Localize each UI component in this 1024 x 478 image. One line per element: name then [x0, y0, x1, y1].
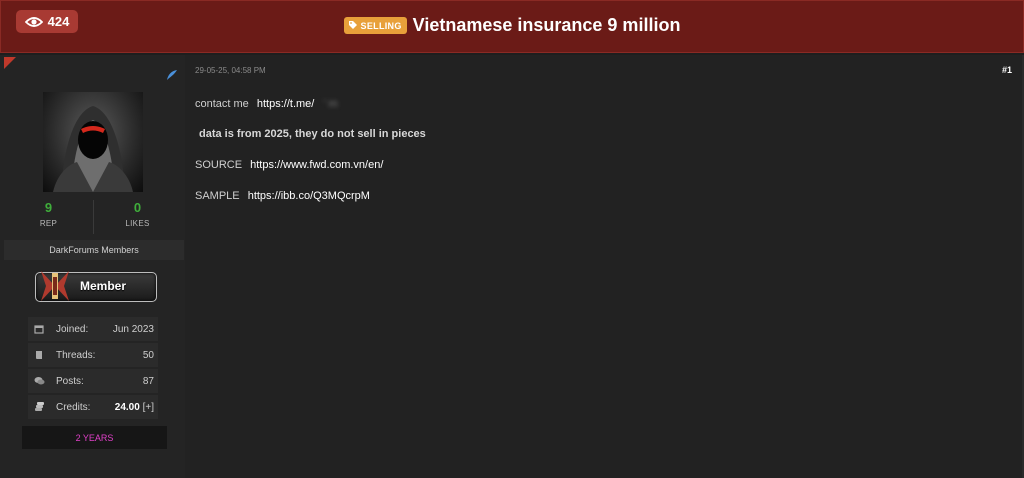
likes-value: 0 — [133, 200, 142, 215]
joined-row: Joined: Jun 2023 — [28, 317, 158, 341]
rep-label: REP — [39, 219, 58, 228]
rank-label: Member — [80, 279, 127, 293]
sample-link[interactable]: https://ibb.co/Q3MQcrpM — [248, 190, 370, 202]
rep-stat[interactable]: 9 REP — [4, 200, 93, 228]
credits-value-wrap: 24.00 [+] — [115, 402, 154, 413]
threads-key: Threads: — [56, 349, 96, 361]
joined-key: Joined: — [56, 323, 89, 335]
selling-prefix-badge[interactable]: SELLING — [343, 17, 407, 34]
posts-value: 87 — [142, 375, 154, 387]
author-info-table: Joined: Jun 2023 Threads: 50 Posts: 87 C… — [28, 317, 158, 421]
add-credits-link[interactable]: [+] — [143, 402, 154, 413]
member-rank-badge: Member — [35, 269, 157, 303]
source-label: SOURCE — [195, 159, 243, 171]
selling-label: SELLING — [360, 20, 402, 31]
source-line: SOURCE https://www.fwd.com.vn/en/ — [195, 159, 383, 171]
telegram-link[interactable]: https://t.me/ — [257, 98, 314, 110]
feather-icon — [166, 68, 178, 86]
credits-row: Credits: 24.00 [+] — [28, 395, 158, 419]
contact-line: contact me https://t.me/ ’ m — [195, 98, 338, 110]
likes-label: LIKES — [125, 219, 150, 228]
thread-title: Vietnamese insurance 9 million — [412, 15, 681, 35]
rep-value: 9 — [44, 200, 53, 215]
posts-row[interactable]: Posts: 87 — [28, 369, 158, 393]
post-body: 29-05-25, 04:58 PM #1 contact me https:/… — [185, 55, 1024, 478]
membership-years: 2 YEARS — [22, 426, 167, 449]
note-line: data is from 2025, they do not sell in p… — [199, 128, 426, 140]
thread-header: 424 SELLING Vietnamese insurance 9 milli… — [0, 0, 1024, 53]
book-icon — [28, 350, 50, 360]
coins-icon — [28, 402, 50, 412]
stats-divider — [93, 200, 94, 234]
user-group: DarkForums Members — [4, 240, 184, 260]
threads-value: 50 — [142, 349, 154, 361]
posts-key: Posts: — [56, 375, 84, 387]
calendar-icon — [28, 324, 50, 334]
unread-corner-flag — [4, 57, 16, 69]
comments-icon — [28, 376, 50, 386]
author-panel: 9 REP 0 LIKES DarkForums Members Member … — [0, 55, 185, 478]
tag-icon — [348, 20, 358, 32]
avatar[interactable] — [43, 92, 143, 192]
credits-value: 24.00 — [114, 401, 140, 413]
contact-label: contact me — [195, 98, 249, 110]
redacted-handle: ’ m — [323, 98, 338, 110]
likes-stat[interactable]: 0 LIKES — [93, 200, 182, 228]
post-number-link[interactable]: #1 — [1002, 65, 1012, 75]
rank-emblem-icon — [39, 269, 71, 303]
joined-value: Jun 2023 — [112, 323, 154, 335]
source-link[interactable]: https://www.fwd.com.vn/en/ — [250, 159, 383, 171]
threads-row[interactable]: Threads: 50 — [28, 343, 158, 367]
sample-line: SAMPLE https://ibb.co/Q3MQcrpM — [195, 190, 370, 202]
sample-label: SAMPLE — [195, 190, 240, 202]
credits-key: Credits: — [56, 401, 91, 413]
post-date: 29-05-25, 04:58 PM — [195, 66, 266, 75]
